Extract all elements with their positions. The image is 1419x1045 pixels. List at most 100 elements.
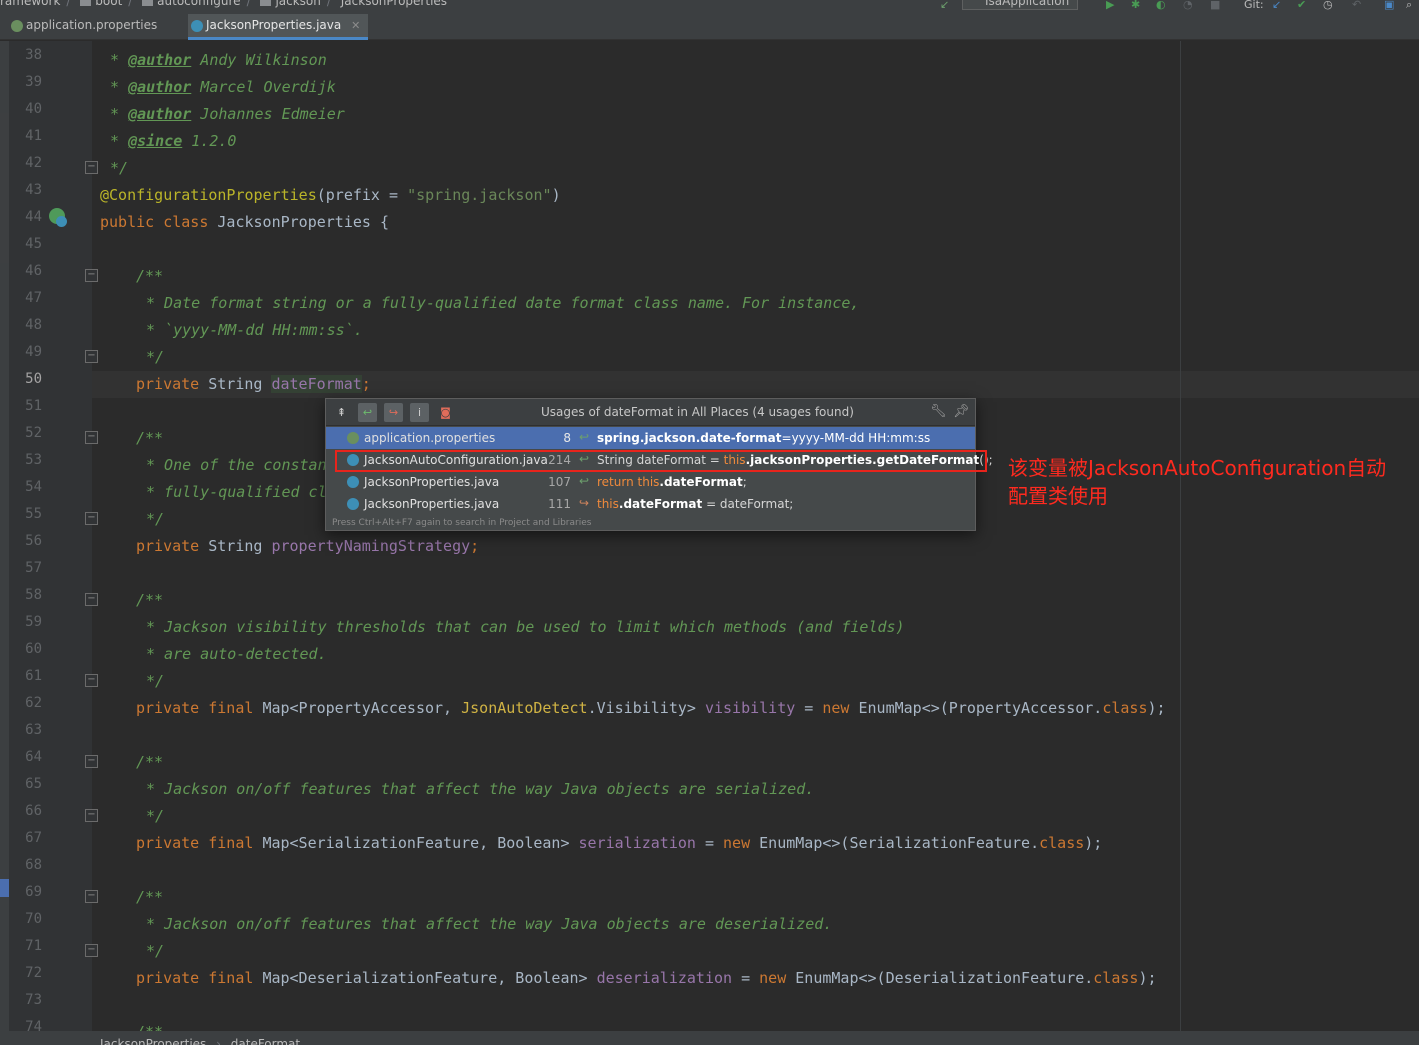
nav-crumb-framework[interactable]: ramework <box>0 0 60 8</box>
navigation-bar: ramework / boot / autoconfigure / jackson / … <box>0 0 1419 14</box>
code-line-72: private final Map<DeserializationFeature… <box>136 969 1157 987</box>
tab-application-properties[interactable]: application.properties <box>8 14 165 40</box>
usage-row[interactable]: JacksonProperties.java 107 ↩ return this… <box>326 471 975 493</box>
nav-crumb-class[interactable]: JacksonProperties <box>341 0 447 8</box>
line-number: 51 <box>25 398 42 414</box>
coverage-icon[interactable]: ◐ <box>1156 0 1166 11</box>
code-line-62: private final Map<PropertyAccessor, Json… <box>136 699 1166 717</box>
java-class-icon <box>191 20 203 32</box>
code-line-47: * Date format string or a fully-qualifie… <box>146 294 860 312</box>
line-number: 47 <box>25 290 42 306</box>
line-number: 65 <box>25 776 42 792</box>
code-line-65: * Jackson on/off features that affect th… <box>146 780 815 798</box>
code-line-61: */ <box>146 672 165 690</box>
usage-row[interactable]: JacksonProperties.java 111 ↪ this.dateFo… <box>326 493 975 515</box>
line-number: 45 <box>25 236 42 252</box>
annotation-note: 该变量被JacksonAutoConfiguration自动配置类使用 <box>1008 456 1387 508</box>
project-structure-icon[interactable]: ▣ <box>1384 0 1394 11</box>
code-line-69: /** <box>136 888 164 906</box>
code-line-44: public class JacksonProperties { <box>100 213 389 231</box>
usage-line: 8 <box>563 431 571 445</box>
java-class-icon <box>56 216 67 227</box>
popup-hint: Press Ctrl+Alt+F7 again to search in Pro… <box>332 518 592 528</box>
nav-crumb-autoconfigure[interactable]: autoconfigure <box>157 0 240 8</box>
selection-marker[interactable] <box>0 879 9 897</box>
line-number: 39 <box>25 74 42 90</box>
usage-snippet: return this.dateFormat; <box>597 475 747 489</box>
nav-crumb-jackson[interactable]: jackson <box>275 0 320 8</box>
crumb-class[interactable]: JacksonProperties <box>100 1037 206 1045</box>
usage-snippet: spring.jackson.date-format=yyyy-MM-dd HH… <box>597 431 931 445</box>
folder-icon <box>142 0 154 6</box>
code-line-74: /** <box>136 1019 163 1031</box>
usage-row[interactable]: application.properties 8 ↩ spring.jackso… <box>326 427 975 449</box>
java-class-icon <box>347 498 359 510</box>
line-number: 57 <box>25 560 42 576</box>
code-line-40: * @author Johannes Edmeier <box>110 105 345 123</box>
profile-icon[interactable]: ◔ <box>1183 0 1193 11</box>
git-update-icon[interactable]: ↙ <box>1272 0 1281 11</box>
line-number: 69 <box>25 884 42 900</box>
line-number: 63 <box>25 722 42 738</box>
folder-icon <box>80 0 92 6</box>
code-line-41: * @since 1.2.0 <box>110 132 237 150</box>
git-commit-icon[interactable]: ✔ <box>1297 0 1306 11</box>
show-write-access-icon[interactable]: ↪ <box>384 403 403 422</box>
line-number: 54 <box>25 479 42 495</box>
line-number: 48 <box>25 317 42 333</box>
crumb-field[interactable]: dateFormat <box>231 1037 300 1045</box>
line-number: 60 <box>25 641 42 657</box>
settings-wrench-icon[interactable]: 🔧︎ <box>930 404 947 419</box>
left-tool-strip <box>0 41 9 1031</box>
code-line-55: */ <box>146 510 165 528</box>
run-configuration-select[interactable]: IsaApplication <box>962 0 1079 10</box>
merge-usages-icon[interactable]: ⇞ <box>332 403 351 422</box>
code-line-58: /** <box>136 591 164 609</box>
stop-icon[interactable]: ■ <box>1210 0 1220 11</box>
close-icon[interactable]: ✕ <box>351 19 360 32</box>
back-arrow-icon[interactable]: ↙ <box>940 0 949 11</box>
line-number: 62 <box>25 695 42 711</box>
right-margin-guide <box>1180 41 1181 1031</box>
code-line-39: * @author Marcel Overdijk <box>110 78 336 96</box>
line-number: 72 <box>25 965 42 981</box>
code-line-50: private String dateFormat; <box>136 375 371 393</box>
show-imports-icon[interactable]: ◙ <box>436 403 455 422</box>
annotation-highlight-box <box>335 450 987 472</box>
tab-jackson-properties[interactable]: JacksonProperties.java ✕ <box>188 14 369 40</box>
code-editor[interactable]: * @author Andy Wilkinson * @author Marce… <box>92 41 1419 1031</box>
line-number-current: 50 <box>25 371 42 387</box>
tab-label: JacksonProperties.java <box>206 18 342 32</box>
show-info-icon[interactable]: i <box>410 403 429 422</box>
code-line-54: * fully-qualified cl <box>146 483 327 501</box>
git-rollback-icon[interactable]: ↶ <box>1352 0 1361 11</box>
nav-crumb-boot[interactable]: boot <box>95 0 122 8</box>
line-number: 74 <box>25 1019 42 1031</box>
code-line-46: /** <box>136 267 164 285</box>
read-access-icon: ↩ <box>579 430 590 444</box>
code-line-59: * Jackson visibility thresholds that can… <box>146 618 905 636</box>
line-number: 43 <box>25 182 42 198</box>
properties-file-icon <box>347 432 359 444</box>
line-number: 64 <box>25 749 42 765</box>
code-line-70: * Jackson on/off features that affect th… <box>146 915 833 933</box>
line-number: 58 <box>25 587 42 603</box>
line-number: 49 <box>25 344 42 360</box>
search-everywhere-icon[interactable]: ⌕ <box>1406 0 1412 12</box>
line-number: 73 <box>25 992 42 1008</box>
write-access-icon: ↪ <box>579 496 590 510</box>
code-line-48: * `yyyy-MM-dd HH:mm:ss`. <box>146 321 363 339</box>
code-line-60: * are auto-detected. <box>146 645 327 663</box>
code-line-64: /** <box>136 753 164 771</box>
line-number: 41 <box>25 128 42 144</box>
pin-icon[interactable]: 📌︎ <box>953 404 970 419</box>
folder-icon <box>260 0 272 6</box>
show-read-access-icon[interactable]: ↩ <box>358 403 377 422</box>
code-line-56: private String propertyNamingStrategy; <box>136 537 480 555</box>
code-line-71: */ <box>146 942 165 960</box>
run-icon[interactable]: ▶ <box>1106 0 1114 11</box>
git-history-icon[interactable]: ◷ <box>1323 0 1333 11</box>
debug-icon[interactable]: ✱ <box>1131 0 1140 11</box>
usage-file: application.properties <box>364 431 496 445</box>
tab-label: application.properties <box>26 18 158 32</box>
